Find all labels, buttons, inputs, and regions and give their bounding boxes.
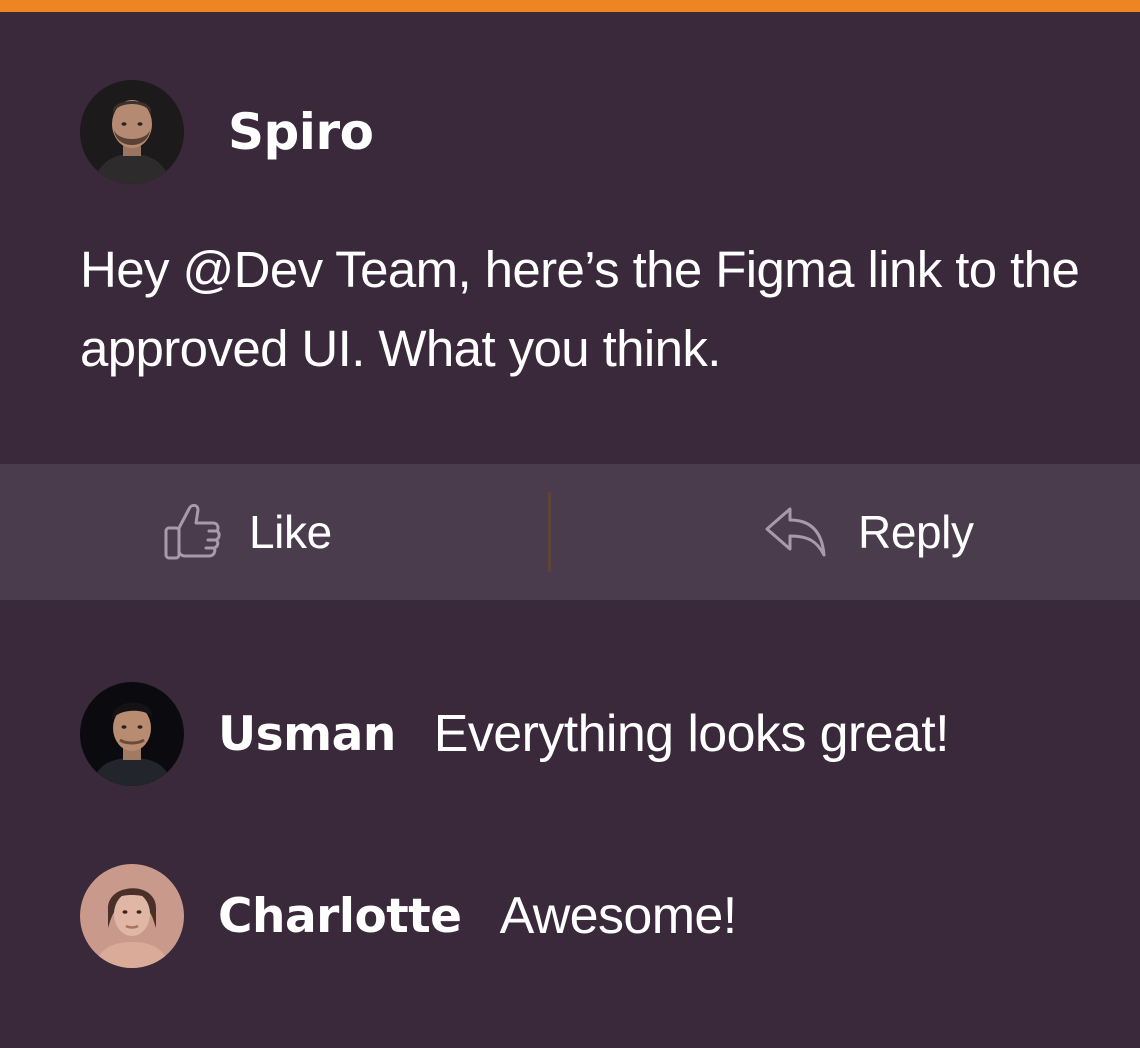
- comment-item: Charlotte Awesome!: [80, 864, 737, 968]
- action-divider: [548, 492, 551, 572]
- avatar-usman[interactable]: [80, 682, 184, 786]
- avatar-charlotte[interactable]: [80, 864, 184, 968]
- like-button[interactable]: Like: [163, 464, 332, 600]
- avatar-photo-icon: [80, 682, 184, 786]
- reply-button[interactable]: Reply: [764, 464, 974, 600]
- post-author-name[interactable]: Spiro: [228, 107, 374, 157]
- reply-arrow-icon: [765, 507, 826, 557]
- comment-text: Awesome!: [499, 887, 738, 945]
- comment-author-name[interactable]: Usman: [218, 707, 396, 762]
- reply-label: Reply: [858, 506, 974, 558]
- like-label: Like: [249, 506, 332, 558]
- post-header: Spiro: [80, 80, 374, 184]
- comment-item: Usman Everything looks great!: [80, 682, 950, 786]
- avatar-spiro[interactable]: [80, 80, 184, 184]
- comment-text: Everything looks great!: [433, 705, 950, 763]
- comment-author-name[interactable]: Charlotte: [218, 889, 462, 944]
- post-message: Hey @Dev Team, here’s the Figma link to …: [80, 241, 1080, 377]
- top-accent-bar: [0, 0, 1140, 12]
- thumbs-up-icon: [164, 503, 221, 560]
- post-action-bar: Like Reply: [0, 464, 1140, 600]
- avatar-photo-icon: [80, 80, 184, 184]
- avatar-photo-icon: [80, 864, 184, 968]
